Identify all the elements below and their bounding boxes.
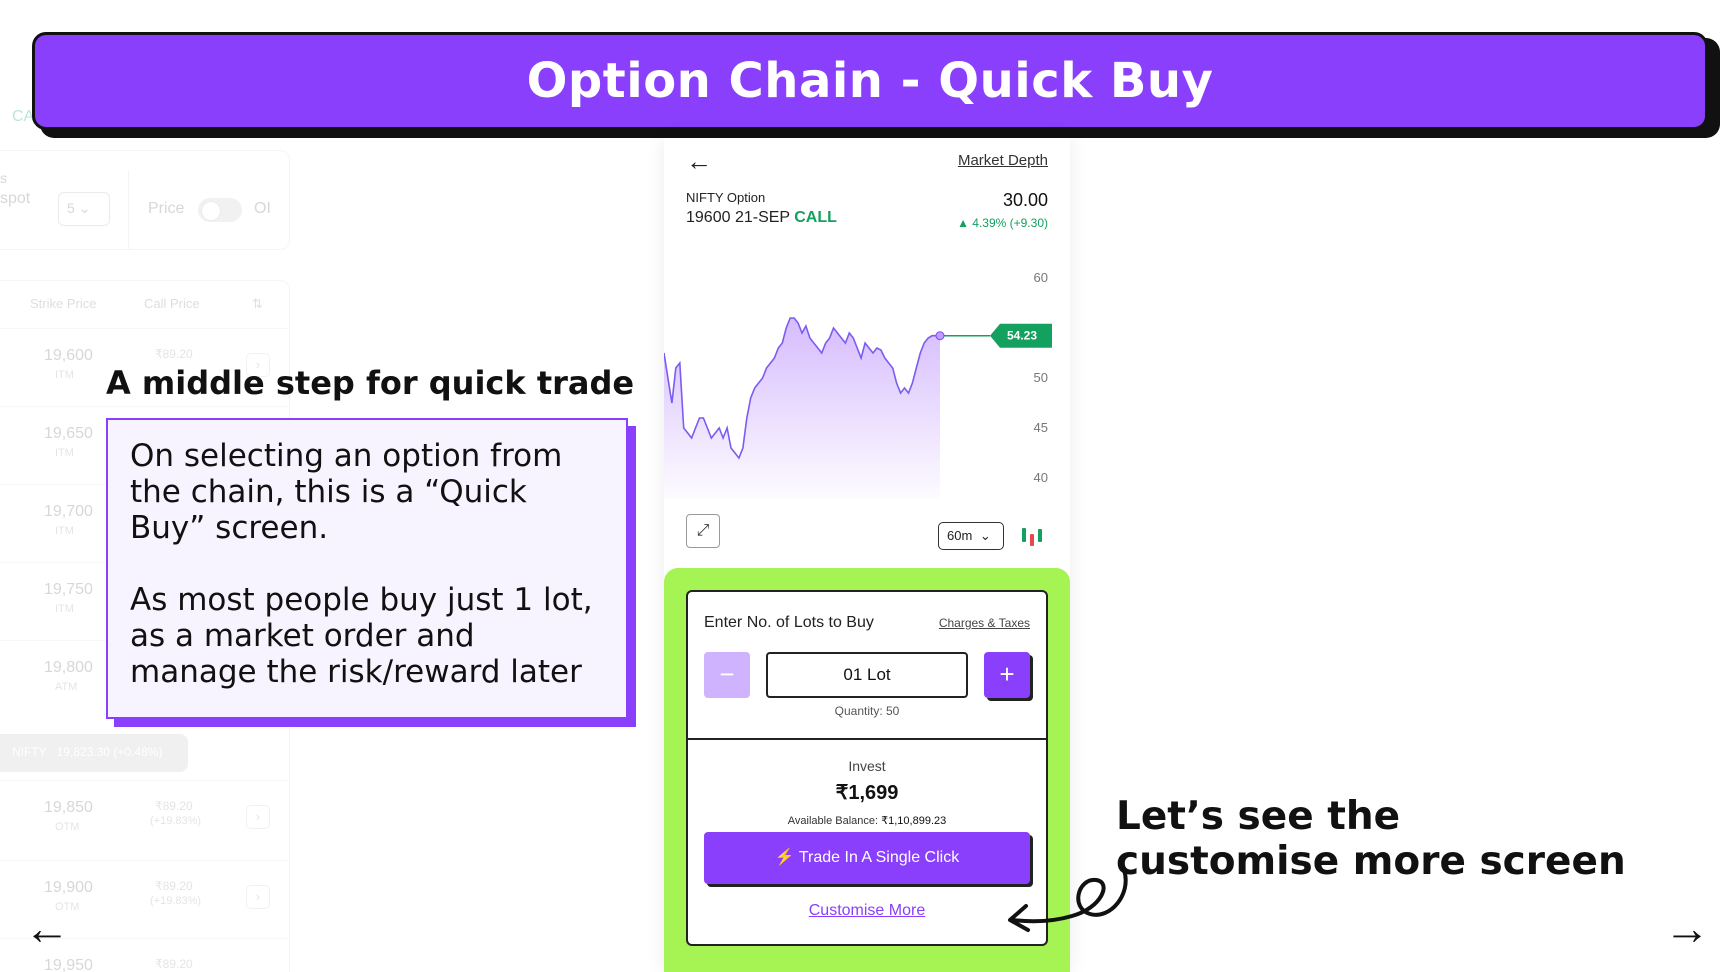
spot-name: NIFTY [12, 745, 47, 759]
last-traded-price: 30.00 [1002, 190, 1048, 210]
strike-expiry-text: 19600 21-SEP [686, 209, 790, 226]
bg-spot-label-1: s [0, 170, 7, 186]
divider [688, 738, 1046, 740]
balance-value: ₹1,10,899.23 [881, 815, 947, 827]
bg-col-call: Call Price [144, 296, 200, 311]
slide: CA s spot 5 ⌄ Price OI Strike Price Call… [0, 0, 1728, 972]
bg-price-oi-toggle[interactable] [198, 198, 242, 222]
current-price-label: 54.23 [1007, 329, 1037, 343]
chevron-down-icon: ⌄ [78, 200, 91, 216]
bg-strikes-select[interactable]: 5 ⌄ [58, 192, 110, 226]
spot-value: 19,823.30 [56, 745, 111, 759]
lots-title: Enter No. of Lots to Buy [704, 614, 874, 631]
row-tag: ITM [55, 369, 74, 381]
annotation-para-2: As most people buy just 1 lot, as a mark… [130, 582, 593, 690]
current-price-dot [935, 331, 945, 341]
quantity-text: Quantity: 50 [834, 704, 900, 718]
row-strike: 19,800 [44, 659, 93, 676]
chevron-down-icon: ⌄ [979, 528, 991, 543]
customise-more-link[interactable]: Customise More [688, 902, 1046, 920]
row-strike: 19,900 [44, 879, 93, 896]
annotation-para-1: On selecting an option from the chain, t… [130, 438, 563, 546]
price-chart[interactable]: 60 50 45 40 54.23 [664, 258, 1070, 498]
row-strike: 19,750 [44, 581, 93, 598]
row-tag: ATM [55, 681, 78, 693]
strike-expiry: 19600 21-SEP CALL [686, 209, 837, 227]
lots-input[interactable]: 01 Lot [766, 652, 968, 698]
price-area [664, 318, 940, 498]
charges-taxes-link[interactable]: Charges & Taxes [939, 616, 1030, 630]
row-price: ₹89.20 [155, 957, 193, 971]
row-price: ₹89.20 [155, 799, 193, 813]
y-tick-label: 60 [1034, 270, 1048, 285]
increase-lots-button[interactable]: + [984, 652, 1030, 698]
bg-toggle-right-label: OI [254, 200, 271, 217]
balance-label: Available Balance: [787, 815, 879, 827]
bg-spot-pill: NIFTY 19,823.30 (+0.48%) [0, 734, 188, 772]
sort-icon[interactable]: ⇅ [252, 296, 263, 312]
chevron-right-icon[interactable]: › [246, 885, 270, 909]
bg-spot-label-2: spot [0, 190, 31, 207]
row-change: (+19.83%) [150, 895, 202, 907]
bg-col-strike: Strike Price [30, 296, 97, 311]
row-change: (+19.83%) [150, 815, 202, 827]
price-change: ▲ 4.39% (+9.30) [957, 216, 1048, 230]
trade-button-label: Trade In A Single Click [798, 849, 960, 866]
arrow-right-icon[interactable]: → [1664, 905, 1710, 951]
row-strike: 19,650 [44, 425, 93, 442]
interval-value: 60m [947, 528, 973, 543]
market-depth-link[interactable]: Market Depth [958, 152, 1048, 169]
invest-label: Invest [848, 758, 886, 774]
annotation-right: Let’s see the customise more screen [1116, 794, 1626, 884]
bg-divider [128, 170, 129, 250]
bg-strikes-value: 5 [67, 200, 75, 216]
instrument-name: NIFTY Option [686, 190, 766, 205]
trade-single-click-button[interactable]: ⚡ Trade In A Single Click [704, 832, 1030, 884]
annotation-box: On selecting an option from the chain, t… [106, 418, 628, 719]
spot-change: (+0.48%) [113, 745, 163, 759]
curly-arrow-icon [1008, 868, 1128, 932]
row-price: ₹89.20 [155, 347, 193, 361]
row-price: ₹89.20 [155, 879, 193, 893]
row-tag: ITM [55, 603, 74, 615]
bg-toggle-left-label: Price [148, 200, 185, 217]
expand-icon[interactable]: ⤢ [686, 514, 720, 548]
y-tick-label: 50 [1034, 370, 1048, 385]
arrow-left-icon[interactable]: ← [24, 905, 70, 951]
row-strike: 19,850 [44, 799, 93, 816]
page-title: Option Chain - Quick Buy [526, 53, 1214, 109]
chevron-right-icon[interactable]: › [246, 805, 270, 829]
y-tick-label: 45 [1034, 420, 1048, 435]
quick-buy-card: Enter No. of Lots to Buy Charges & Taxes… [686, 590, 1048, 946]
title-banner: Option Chain - Quick Buy [32, 32, 1708, 130]
annotation-title: A middle step for quick trade [106, 364, 635, 402]
bg-tab-partial: CA [12, 108, 35, 125]
candlestick-icon[interactable] [1020, 526, 1046, 548]
bg-controls-card [0, 150, 290, 250]
interval-select[interactable]: 60m ⌄ [938, 522, 1004, 550]
option-type: CALL [794, 209, 837, 226]
row-tag: ITM [55, 525, 74, 537]
phone-screen: ← Market Depth NIFTY Option 19600 21-SEP… [664, 138, 1070, 972]
decrease-lots-button[interactable]: − [704, 652, 750, 698]
row-tag: ITM [55, 447, 74, 459]
row-strike: 19,600 [44, 347, 93, 364]
lightning-icon: ⚡ [774, 849, 795, 866]
back-arrow-icon[interactable]: ← [686, 146, 712, 177]
row-tag: OTM [55, 821, 80, 833]
row-strike: 19,950 [44, 957, 93, 972]
table-row[interactable]: 19,850 OTM ₹89.20 (+19.83%) › [0, 780, 290, 858]
row-strike: 19,700 [44, 503, 93, 520]
invest-amount: ₹1,699 [835, 782, 899, 804]
y-tick-label: 40 [1034, 470, 1048, 485]
available-balance: Available Balance: ₹1,10,899.23 [688, 814, 1046, 827]
